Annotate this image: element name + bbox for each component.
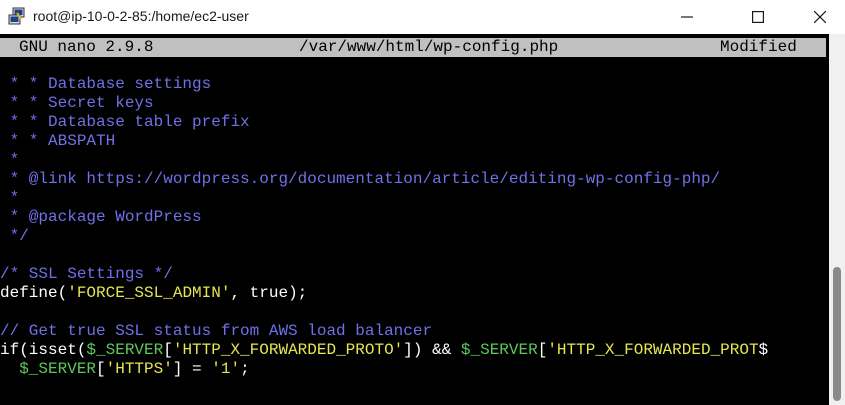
- code-token: ] =: [172, 360, 212, 378]
- nano-header-bar: GNU nano 2.9.8 /var/www/html/wp-config.p…: [0, 38, 826, 57]
- string-token: 'HTTP_X_FORWARDED_PROTO': [172, 341, 404, 359]
- code-line: // Get true SSL status from AWS load bal…: [0, 322, 433, 340]
- code-token: [: [163, 341, 173, 359]
- code-line: * @package WordPress: [0, 208, 202, 226]
- string-token: 'HTTP_X_FORWARDED_PROT: [547, 341, 759, 359]
- code-line: define('FORCE_SSL_ADMIN', true);: [0, 284, 829, 303]
- putty-terminal-icon[interactable]: [8, 7, 26, 25]
- variable-token: $_SERVER: [86, 341, 164, 359]
- code-line: */: [0, 227, 29, 245]
- minimize-button[interactable]: [664, 0, 710, 34]
- string-token: 'HTTPS': [105, 360, 173, 378]
- variable-token: $_SERVER: [19, 360, 97, 378]
- nano-filename: /var/www/html/wp-config.php: [299, 38, 559, 56]
- string-token: 'FORCE_SSL_ADMIN': [67, 284, 231, 302]
- close-icon: [814, 11, 826, 23]
- code-line: $_SERVER['HTTPS'] = '1';: [0, 360, 829, 379]
- code-token: define(: [0, 284, 68, 302]
- maximize-button[interactable]: [735, 0, 781, 34]
- minimize-icon: [681, 16, 693, 18]
- line-overflow-marker: $: [758, 341, 769, 359]
- code-line: * * Database table prefix: [0, 113, 250, 131]
- code-token: [: [537, 341, 548, 359]
- editor-buffer[interactable]: * * Database settings * * Secret keys * …: [0, 75, 829, 379]
- window-titlebar: root@ip-10-0-2-85:/home/ec2-user: [0, 0, 845, 34]
- scrollbar-thumb[interactable]: [833, 267, 841, 401]
- code-token: , true);: [230, 284, 308, 302]
- code-line: * * ABSPATH: [0, 132, 116, 150]
- code-line: * * Database settings: [0, 75, 212, 93]
- terminal-area[interactable]: GNU nano 2.9.8 /var/www/html/wp-config.p…: [0, 34, 829, 405]
- nano-modified-status: Modified: [720, 38, 797, 56]
- code-token: ]) &&: [403, 341, 461, 359]
- vertical-scrollbar[interactable]: [829, 34, 845, 405]
- window-title: root@ip-10-0-2-85:/home/ec2-user: [33, 8, 249, 24]
- code-line: /* SSL Settings */: [0, 265, 173, 283]
- string-token: '1': [211, 360, 241, 378]
- variable-token: $_SERVER: [460, 341, 538, 359]
- code-line: *: [0, 151, 20, 169]
- code-line: if(isset($_SERVER['HTTP_X_FORWARDED_PROT…: [0, 341, 829, 360]
- maximize-icon: [752, 11, 764, 23]
- code-line: * * Secret keys: [0, 94, 154, 112]
- code-line: * @link https://wordpress.org/documentat…: [0, 170, 721, 188]
- nano-version: GNU nano 2.9.8: [19, 38, 154, 56]
- close-button[interactable]: [797, 0, 843, 34]
- code-token: if(isset(: [0, 341, 87, 359]
- code-token: [: [96, 360, 106, 378]
- code-token: ;: [240, 360, 250, 378]
- code-line: *: [0, 189, 20, 207]
